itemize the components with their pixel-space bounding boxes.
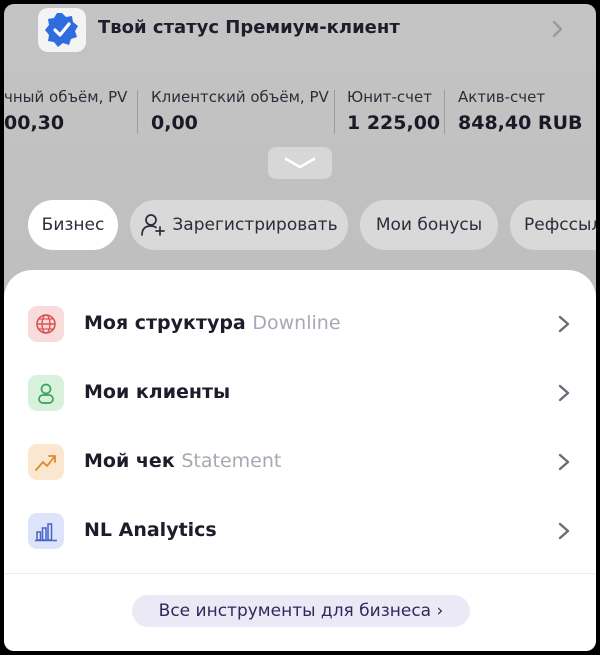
pill-business[interactable]: Бизнес <box>28 200 118 250</box>
pill-label: Зарегистрировать <box>172 215 338 235</box>
pill-my-bonuses[interactable]: Мои бонусы <box>360 200 498 250</box>
pill-label: Рефссыл <box>524 215 596 235</box>
stat-personal-volume: чный объём, PV 00,30 <box>4 88 127 134</box>
stat-label: Актив-счет <box>458 88 546 106</box>
globe-icon-tile <box>28 306 64 342</box>
pill-label: Мои бонусы <box>375 215 483 235</box>
menu-item-title: Моя структура Downline <box>84 312 341 334</box>
chevron-right-icon <box>558 315 570 333</box>
globe-icon <box>36 314 56 334</box>
chevron-right-icon <box>558 453 570 471</box>
stat-value: 848,40 RUB <box>458 112 583 134</box>
bar-chart-icon <box>35 523 57 542</box>
bar-chart-icon-tile <box>28 513 64 549</box>
trend-up-icon-tile <box>28 444 64 480</box>
menu-item-analytics[interactable]: NL Analytics <box>4 501 596 561</box>
menu-item-label: Мои клиенты <box>84 381 231 403</box>
stats-strip[interactable]: чный объём, PV 00,30 Клиентский объём, P… <box>4 88 596 138</box>
menu-item-label: NL Analytics <box>84 519 217 541</box>
stat-value: 0,00 <box>151 112 198 134</box>
app-screen: Твой статус Премиум-клиент чный объём, P… <box>4 4 596 651</box>
pill-label: Бизнес <box>41 215 105 235</box>
stat-label: Юнит-счет <box>347 88 432 106</box>
card-divider <box>4 573 596 574</box>
chevron-right-icon <box>558 384 570 402</box>
menu-item-subtitle: Statement <box>181 450 282 472</box>
stat-unit-account: Юнит-счет 1 225,00 <box>347 88 440 134</box>
menu-item-title: NL Analytics <box>84 519 217 541</box>
pill-register[interactable]: Зарегистрировать <box>130 200 348 250</box>
add-person-icon <box>141 214 166 236</box>
chevron-right-icon[interactable] <box>548 18 566 40</box>
business-tools-card: Моя структура Downline Мои клиенты Мой ч… <box>4 270 596 651</box>
stat-value: 1 225,00 <box>347 112 441 134</box>
status-text: Твой статус Премиум-клиент <box>98 17 400 38</box>
menu-item-label: Мой чек <box>84 450 175 472</box>
all-business-tools-button[interactable]: Все инструменты для бизнеса › <box>132 595 470 627</box>
menu-item-title: Мой чек Statement <box>84 450 281 472</box>
verified-check-icon <box>45 13 78 47</box>
person-icon-tile <box>28 375 64 411</box>
stat-active-account: Актив-счет 848,40 RUB <box>458 88 582 134</box>
expand-toggle-button[interactable] <box>268 147 332 179</box>
status-badge <box>38 8 86 52</box>
stat-divider <box>334 90 335 134</box>
menu-item-clients[interactable]: Мои клиенты <box>4 363 596 423</box>
stat-label: чный объём, PV <box>4 88 128 106</box>
chevron-down-icon <box>284 157 316 169</box>
menu-item-label: Моя структура <box>84 312 246 334</box>
pill-referral-link[interactable]: Рефссыл <box>510 200 596 250</box>
person-icon <box>38 383 54 404</box>
menu-item-structure[interactable]: Моя структура Downline <box>4 294 596 354</box>
menu-item-subtitle: Downline <box>252 312 341 334</box>
trend-up-icon <box>35 455 56 471</box>
stat-divider <box>444 90 445 134</box>
menu-item-title: Мои клиенты <box>84 381 230 403</box>
stat-divider <box>137 90 138 134</box>
menu-item-statement[interactable]: Мой чек Statement <box>4 432 596 492</box>
stat-label: Клиентский объём, PV <box>151 88 329 106</box>
quick-actions: Бизнес Зарегистрировать Мои бонусы Рефсс… <box>4 200 596 250</box>
chevron-right-icon <box>558 522 570 540</box>
status-banner[interactable]: Твой статус Премиум-клиент <box>4 4 596 56</box>
stat-value: 00,30 <box>4 112 65 134</box>
stat-client-volume: Клиентский объём, PV 0,00 <box>151 88 329 134</box>
